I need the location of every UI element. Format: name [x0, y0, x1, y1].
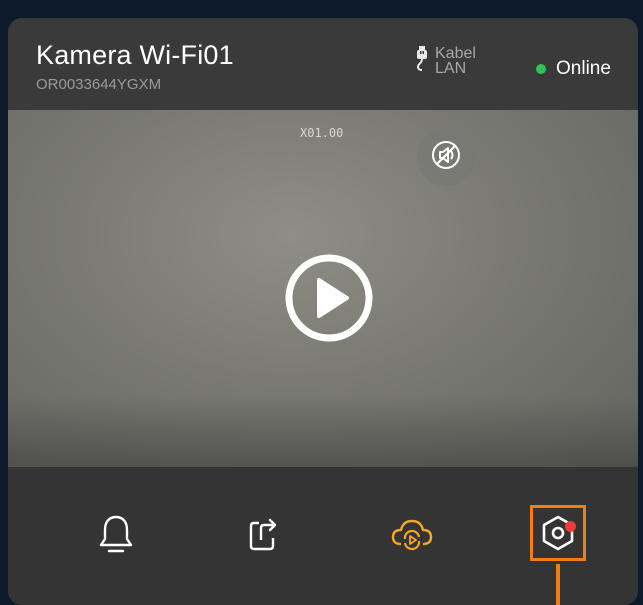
cloud-playback-button[interactable] [377, 467, 447, 605]
video-shade [8, 397, 638, 467]
bell-icon [96, 512, 136, 561]
audio-off-icon [429, 138, 463, 177]
cloud-playback-icon [388, 514, 436, 559]
play-button[interactable] [283, 252, 375, 344]
share-icon [243, 512, 283, 561]
status-text: Online [556, 58, 611, 79]
connection-label: Kabel LAN [435, 45, 476, 77]
play-circle-icon [283, 254, 375, 348]
camera-card: Kamera Wi-Fi01 OR0033644YGXM Kabel LAN O… [8, 18, 638, 605]
camera-name: Kamera Wi-Fi01 [36, 40, 234, 70]
camera-header: Kamera Wi-Fi01 OR0033644YGXM Kabel LAN O… [8, 18, 638, 110]
zoom-level: X01.00 [300, 126, 344, 140]
audio-toggle-button[interactable] [417, 128, 475, 186]
camera-serial: OR0033644YGXM [36, 76, 162, 93]
notification-badge [565, 521, 576, 532]
connection-type: Kabel LAN [415, 45, 476, 76]
share-button[interactable] [228, 467, 298, 605]
video-preview[interactable]: X01.00 [8, 110, 638, 467]
status-indicator: Online [536, 58, 611, 80]
alarm-button[interactable] [81, 467, 151, 605]
highlight-pointer-line [556, 564, 560, 605]
settings-hex-icon [536, 511, 580, 560]
status-dot [536, 64, 546, 74]
connection-label-line2: LAN [435, 59, 467, 77]
ethernet-plug-icon [415, 45, 429, 76]
